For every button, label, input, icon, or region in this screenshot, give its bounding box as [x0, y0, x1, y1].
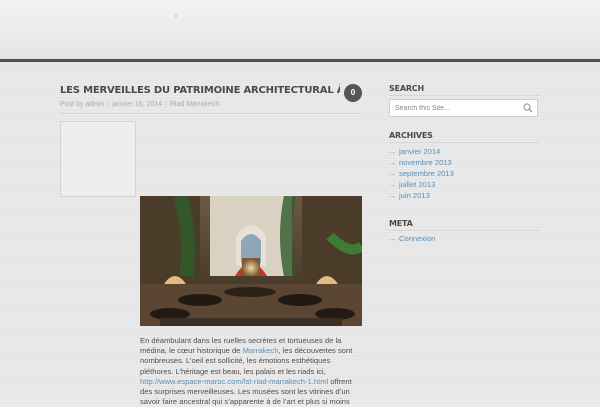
espace-maroc-link[interactable]: http://www.espace-maroc.com/lst-riad-mar…: [140, 377, 328, 386]
post-category-link[interactable]: Riad Marrakech: [170, 101, 219, 108]
widget-divider: [389, 230, 539, 231]
arrow-right-icon: →: [389, 182, 396, 189]
meta-separator: |: [107, 101, 110, 108]
login-link[interactable]: Connexion: [399, 234, 435, 243]
post-meta-prefix: Post by: [60, 101, 84, 108]
meta-widget-title: Meta: [389, 219, 413, 228]
arrow-right-icon: →: [389, 193, 396, 200]
post-excerpt: En déambulant dans les ruelles secrètes …: [140, 336, 362, 407]
archive-item: → juin 2013: [389, 190, 454, 201]
archives-widget-title: Archives: [389, 131, 433, 140]
widget-divider: [389, 142, 539, 143]
archive-link[interactable]: juillet 2013: [399, 180, 435, 189]
post-meta-divider: [60, 113, 362, 114]
arrow-right-icon: →: [389, 236, 396, 243]
widget-divider: [389, 95, 539, 96]
post-meta: Post by admin | janvier 16, 2014 | Riad Marr…: [60, 101, 219, 108]
archive-item: → novembre 2013: [389, 157, 454, 168]
archives-list: → janvier 2014 → novembre 2013 → septembre …: [389, 146, 454, 201]
courtyard-illustration: [140, 196, 362, 326]
header-decoration: [175, 15, 177, 17]
meta-item: → Connexion: [389, 233, 435, 244]
arrow-right-icon: →: [389, 149, 396, 156]
meta-separator: |: [165, 101, 167, 108]
marrakech-link[interactable]: Marrakech: [243, 346, 279, 355]
archive-link[interactable]: juin 2013: [399, 191, 430, 200]
post-date-link[interactable]: janvier 16, 2014: [112, 101, 162, 108]
archive-item: → juillet 2013: [389, 179, 454, 190]
post-title[interactable]: Les merveilles du patrimoine architectur…: [60, 84, 340, 98]
comment-count-badge[interactable]: 0: [344, 84, 362, 102]
archive-item: → janvier 2014: [389, 146, 454, 157]
site-header: [0, 0, 600, 59]
archive-link[interactable]: janvier 2014: [399, 147, 440, 156]
riad-courtyard-photo[interactable]: [140, 196, 362, 326]
archive-link[interactable]: septembre 2013: [399, 169, 454, 178]
archive-item: → septembre 2013: [389, 168, 454, 179]
post-thumbnail[interactable]: [60, 121, 136, 197]
arrow-right-icon: →: [389, 171, 396, 178]
meta-list: → Connexion: [389, 233, 435, 244]
search-widget-title: Search: [389, 84, 424, 93]
arrow-right-icon: →: [389, 160, 396, 167]
search-form: [389, 99, 538, 117]
post-author-link[interactable]: admin: [85, 101, 104, 108]
search-input[interactable]: [395, 100, 520, 116]
archive-link[interactable]: novembre 2013: [399, 158, 452, 167]
search-icon[interactable]: [523, 103, 533, 113]
